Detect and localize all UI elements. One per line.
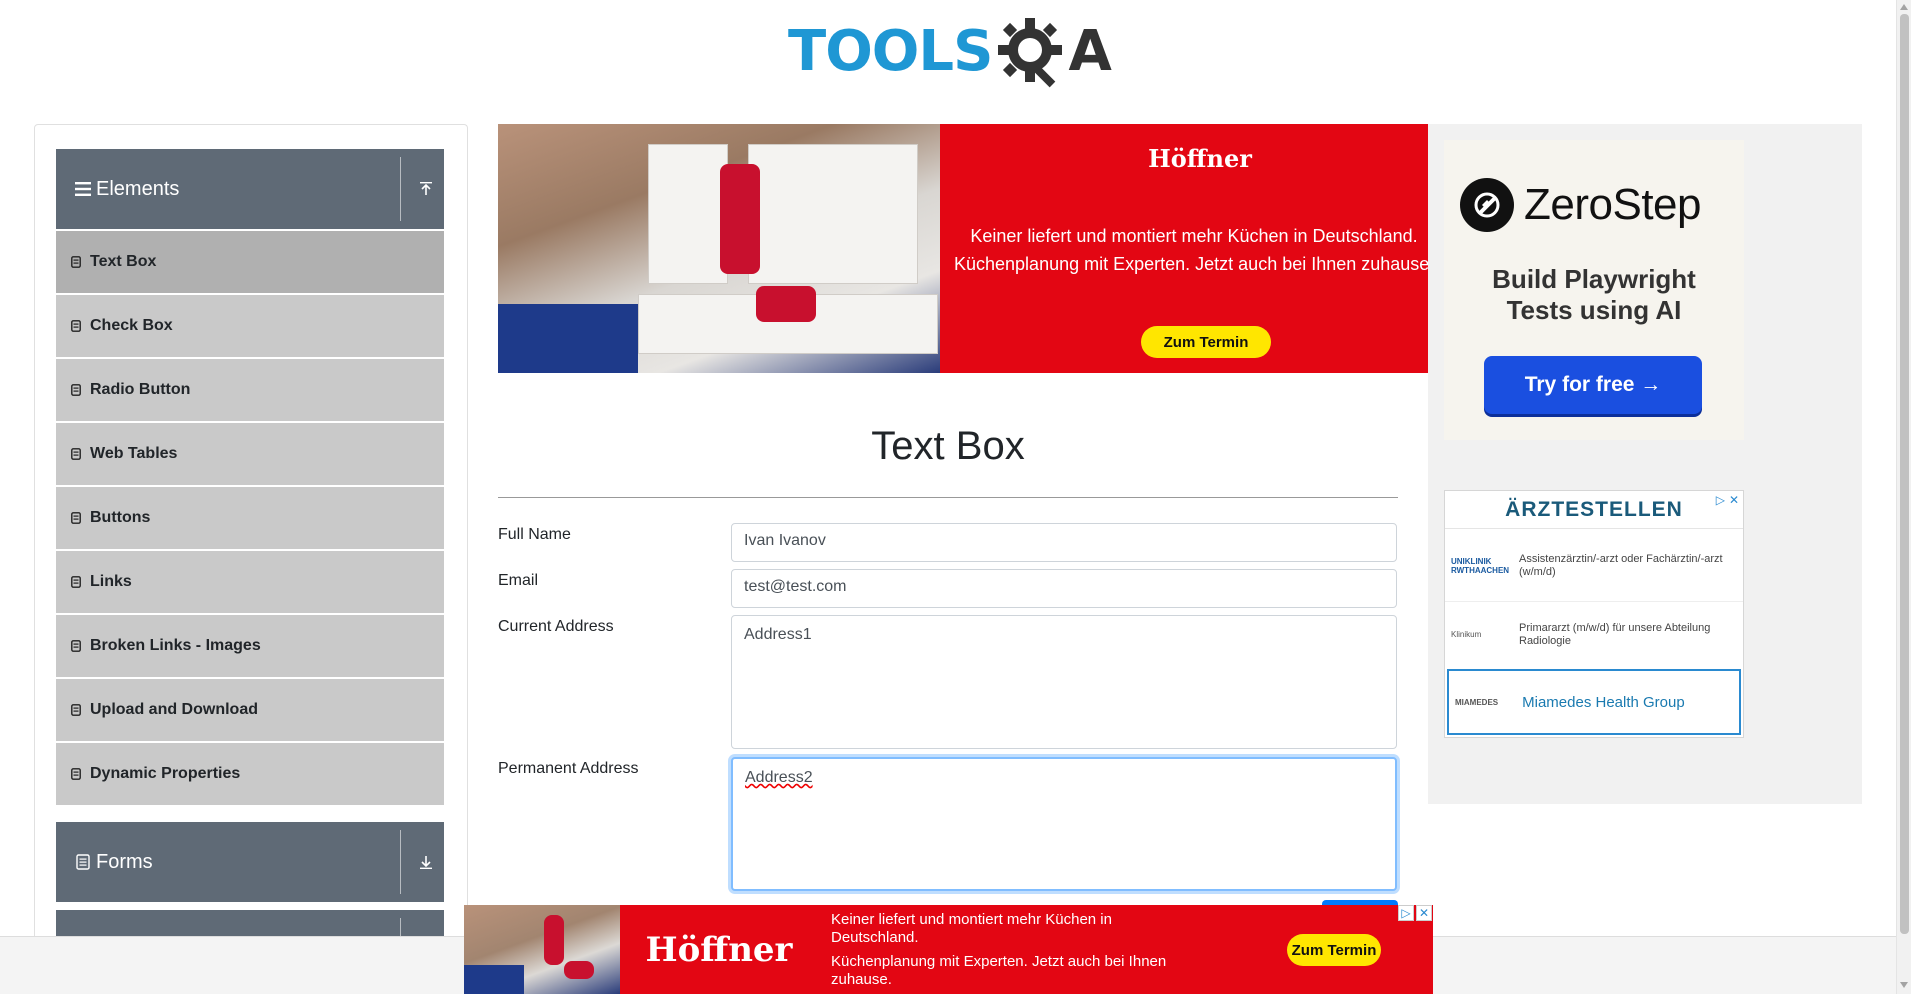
job-title: Primararzt (m/w/d) für unsere Abteilung … xyxy=(1519,621,1711,647)
document-icon xyxy=(70,255,82,269)
sidebar-item-label: Broken Links - Images xyxy=(90,637,261,654)
permanent-address-value: Address2 xyxy=(745,769,813,786)
sidebar-item-label: Radio Button xyxy=(90,381,191,398)
sidebar-item-label: Dynamic Properties xyxy=(90,765,241,782)
current-address-textarea[interactable]: Address1 xyxy=(731,615,1397,749)
sidebar-item-buttons[interactable]: Buttons xyxy=(56,487,444,549)
aerztestellen-ad[interactable]: ÄRZTESTELLEN ▷ ✕ UNIKLINIK RWTHAACHEN As… xyxy=(1444,490,1744,738)
zerostep-tagline-1: Build Playwright xyxy=(1492,264,1696,294)
group-label-forms: Forms xyxy=(96,850,153,873)
document-icon xyxy=(70,511,82,525)
scrollbar-thumb[interactable] xyxy=(1900,14,1909,934)
job-listing[interactable]: Klinikum Primararzt (m/w/d) für unsere A… xyxy=(1445,601,1743,667)
sidebar-item-label: Upload and Download xyxy=(90,701,258,718)
toolsqa-logo[interactable]: TOOLS A xyxy=(788,14,1114,90)
sidebar-item-label: Links xyxy=(90,573,132,590)
ad-line-1: Keiner liefert und montiert mehr Küchen … xyxy=(970,226,1418,246)
zerostep-name: ZeroStep xyxy=(1524,180,1701,229)
sidebar-item-text-box[interactable]: Text Box xyxy=(56,231,444,293)
ad-photo xyxy=(498,124,940,373)
ad-controls: ▷ ✕ xyxy=(1398,905,1432,921)
ad-line-2: Küchenplanung mit Experten. Jetzt auch b… xyxy=(831,953,1167,988)
job-listing[interactable]: UNIKLINIK RWTHAACHEN Assistenzärztin/-ar… xyxy=(1445,531,1743,601)
collapse-arrow-icon[interactable] xyxy=(408,171,444,207)
zerostep-ad[interactable]: ZeroStep Build Playwright Tests using AI… xyxy=(1444,140,1744,440)
gear-icon xyxy=(998,18,1063,88)
sidebar-item-label: Check Box xyxy=(90,317,173,334)
group-label-elements: Elements xyxy=(96,177,180,200)
sidebar-item-label: Text Box xyxy=(90,253,157,270)
site-header: TOOLS A xyxy=(0,0,1896,100)
ad-close-icon[interactable]: ✕ xyxy=(1416,905,1432,921)
ad-cta-button[interactable]: Zum Termin xyxy=(1141,326,1271,358)
hoffner-logo: Höffner xyxy=(645,929,793,970)
group-header-elements[interactable]: Elements xyxy=(56,149,444,229)
logo-text: TOOLS xyxy=(788,19,993,84)
hoffner-logo: Höffner xyxy=(1148,143,1252,173)
zerostep-logo: ZeroStep xyxy=(1460,178,1701,232)
top-banner-ad[interactable]: Höffner Keiner liefert und montiert mehr… xyxy=(498,124,1428,373)
ad-controls: ▷ ✕ xyxy=(1716,493,1739,507)
group-header-forms[interactable]: Forms xyxy=(56,822,444,902)
logo-suffix: A xyxy=(1068,19,1112,84)
document-icon xyxy=(70,383,82,397)
sidebar-item-label: Web Tables xyxy=(90,445,178,462)
sidebar-item-dynamic-properties[interactable]: Dynamic Properties xyxy=(56,743,444,805)
title-divider xyxy=(498,497,1398,498)
scroll-up-arrow-icon[interactable] xyxy=(1900,4,1908,10)
group-divider xyxy=(400,830,401,894)
hamburger-icon xyxy=(74,180,92,198)
expand-arrow-icon[interactable] xyxy=(408,844,444,880)
sidebar-item-label: Buttons xyxy=(90,509,151,526)
document-icon xyxy=(70,319,82,333)
page-title: Text Box xyxy=(871,424,1025,468)
job-listing-selected[interactable]: MIAMEDES Miamedes Health Group xyxy=(1447,669,1741,735)
ad-text: Keiner liefert und montiert mehr Küchen … xyxy=(831,911,1191,989)
page: TOOLS A Elements Text Box Check Box Radi… xyxy=(0,0,1911,994)
email-label: Email xyxy=(498,572,539,589)
zerostep-mark-icon xyxy=(1460,178,1514,232)
document-icon xyxy=(70,703,82,717)
adchoices-icon[interactable]: ▷ xyxy=(1398,905,1414,921)
ad-line-1: Keiner liefert und montiert mehr Küchen … xyxy=(831,911,1112,946)
sidebar-item-upload-download[interactable]: Upload and Download xyxy=(56,679,444,741)
ad-text: Keiner liefert und montiert mehr Küchen … xyxy=(954,222,1428,278)
current-address-label: Current Address xyxy=(498,618,614,635)
full-name-label: Full Name xyxy=(498,526,571,543)
document-icon xyxy=(70,575,82,589)
document-icon xyxy=(70,447,82,461)
form-icon xyxy=(74,853,92,871)
sidebar: Elements Text Box Check Box Radio Button… xyxy=(34,124,468,994)
full-name-input[interactable]: Ivan Ivanov xyxy=(731,523,1397,562)
job-logo: MIAMEDES xyxy=(1455,697,1499,707)
sidebar-item-radio-button[interactable]: Radio Button xyxy=(56,359,444,421)
sidebar-item-web-tables[interactable]: Web Tables xyxy=(56,423,444,485)
sidebar-item-broken-links[interactable]: Broken Links - Images xyxy=(56,615,444,677)
group-divider xyxy=(400,157,401,221)
zerostep-tagline: Build Playwright Tests using AI xyxy=(1444,264,1744,326)
job-title: Miamedes Health Group xyxy=(1522,693,1685,711)
permanent-address-label: Permanent Address xyxy=(498,760,639,777)
ad-close-icon[interactable]: ✕ xyxy=(1729,493,1739,507)
permanent-address-textarea[interactable]: Address2 xyxy=(731,757,1397,891)
ad-line-2: Küchenplanung mit Experten. Jetzt auch b… xyxy=(954,254,1428,274)
zerostep-tagline-2: Tests using AI xyxy=(1506,295,1682,325)
vertical-scrollbar[interactable] xyxy=(1896,0,1911,994)
document-icon xyxy=(70,767,82,781)
sidebar-item-links[interactable]: Links xyxy=(56,551,444,613)
ad-cta-button[interactable]: Zum Termin xyxy=(1287,934,1381,966)
email-input[interactable]: test@test.com xyxy=(731,569,1397,608)
ad-photo xyxy=(464,905,620,994)
adchoices-icon[interactable]: ▷ xyxy=(1716,493,1725,507)
try-for-free-button[interactable]: Try for free → xyxy=(1484,356,1702,414)
job-logo: UNIKLINIK RWTHAACHEN xyxy=(1451,557,1510,575)
job-logo: Klinikum xyxy=(1451,630,1482,639)
aerztestellen-title: ÄRZTESTELLEN xyxy=(1445,491,1743,529)
scroll-down-arrow-icon[interactable] xyxy=(1900,982,1908,988)
document-icon xyxy=(70,639,82,653)
sidebar-item-check-box[interactable]: Check Box xyxy=(56,295,444,357)
job-title: Assistenzärztin/-arzt oder Fachärztin/-a… xyxy=(1519,553,1723,578)
